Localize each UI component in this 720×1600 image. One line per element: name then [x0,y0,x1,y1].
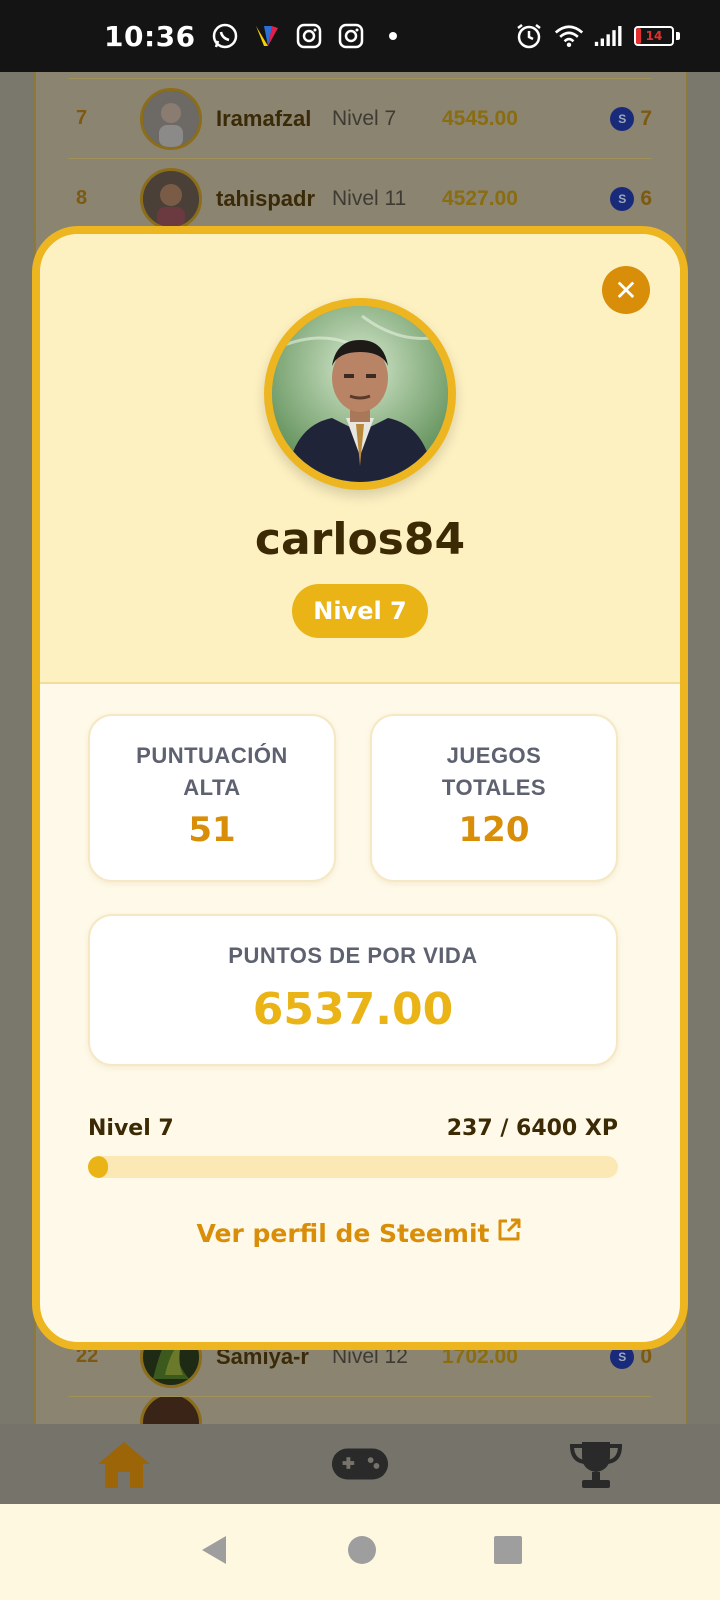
row-coins: S 7 [610,106,652,131]
trophy-icon[interactable] [566,1434,626,1494]
level-badge: Nivel 7 [292,584,428,638]
battery-fill [636,28,642,44]
steem-coin-icon: S [610,106,635,131]
steemit-profile-link[interactable]: Ver perfil de Steemit [40,1216,680,1250]
lifetime-points-value: 6537.00 [252,984,454,1035]
external-link-icon [495,1216,523,1250]
xp-progress-bar [88,1156,618,1178]
high-score-label-line1: PUNTUACIÓN [136,743,288,768]
row-rank: 7 [76,107,88,129]
recents-icon[interactable] [492,1534,524,1570]
avatar [140,1397,202,1424]
close-icon: ✕ [614,273,638,307]
row-points: 4527.00 [442,186,518,210]
row-username: tahispadr [216,185,316,211]
steem-coin-icon: S [610,186,635,211]
total-games-value: 120 [458,810,530,850]
avatar [140,167,202,230]
lifetime-points-card: PUNTOS DE POR VIDA 6537.00 [88,914,618,1066]
profile-username: carlos84 [254,514,466,565]
xp-progress-text: 237 / 6400 XP [446,1116,618,1141]
profile-modal: ✕ carlos84 Nivel 7 PUNTUACIÓN ALTA 51 JU… [32,226,688,1350]
high-score-card: PUNTUACIÓN ALTA 51 [88,714,336,882]
status-time: 10:36 [104,19,196,53]
wifi-icon [554,21,584,51]
leaderboard-row[interactable]: 7 Iramafzal Nivel 7 4545.00 S 7 [68,78,652,158]
lifetime-points-label: PUNTOS DE POR VIDA [228,943,478,968]
dot-icon [378,21,408,51]
status-bar: 10:36 14 [0,0,720,72]
xp-progress-fill [88,1156,108,1178]
colorful-app-icon [252,21,282,51]
whatsapp-icon [210,21,240,51]
row-coin-count: 7 [640,106,652,130]
battery-percent: 14 [645,29,663,43]
total-games-label-line2: TOTALES [441,775,547,800]
system-icons: 14 [514,21,680,51]
signal-icon [594,21,624,51]
row-coins: S 6 [610,186,652,211]
xp-level-label: Nivel 7 [88,1116,174,1141]
leaderboard-row-partial [68,1396,652,1424]
row-level: Nivel 7 [332,106,397,130]
row-rank: 8 [76,187,88,209]
steemit-link-label: Ver perfil de Steemit [196,1218,490,1248]
row-coin-count: 6 [640,186,652,210]
gamepad-icon[interactable] [330,1434,390,1494]
row-username: Iramafzal [216,105,312,131]
total-games-card: JUEGOS TOTALES 120 [370,714,618,882]
high-score-value: 51 [188,810,236,850]
notification-icons [210,21,408,51]
battery-indicator: 14 [634,26,674,46]
xp-header: Nivel 7 237 / 6400 XP [88,1116,618,1141]
bottom-nav [0,1424,720,1504]
alarm-icon [514,21,544,51]
high-score-label-line2: ALTA [183,775,241,800]
back-icon[interactable] [196,1532,232,1572]
avatar [140,87,202,150]
profile-avatar [264,298,456,490]
row-level: Nivel 11 [332,186,407,210]
home-icon[interactable] [94,1434,154,1494]
total-games-label-line1: JUEGOS [446,743,542,768]
instagram-icon [336,21,366,51]
battery-nub [676,32,680,40]
home-button-icon[interactable] [345,1533,379,1571]
instagram-icon [294,21,324,51]
row-points: 4545.00 [442,106,518,130]
android-nav-bar [0,1504,720,1600]
close-button[interactable]: ✕ [602,266,650,314]
